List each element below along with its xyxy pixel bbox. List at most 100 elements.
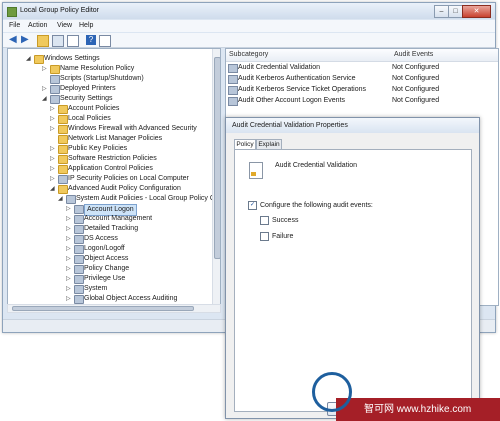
back-arrow-icon[interactable]: ◀ [9,35,19,45]
shield-icon [50,95,60,104]
expand-arrow-icon[interactable]: ▷ [50,156,56,162]
folder-icon [58,185,68,194]
watermark-logo: 智可网 www.hzhike.com [312,372,500,421]
expand-arrow-icon[interactable]: ▷ [50,166,56,172]
expand-arrow-icon[interactable]: ▷ [66,256,72,262]
title-bar: Local Group Policy Editor – □ ✕ [3,3,495,19]
expand-arrow-icon[interactable]: ▷ [50,116,56,122]
lock-icon [251,172,256,176]
audit-icon [74,225,84,234]
folder-icon [58,165,68,174]
table-row[interactable]: Audit Kerberos Service Ticket Operations… [226,85,498,95]
table-row[interactable]: Audit Kerberos Authentication Service No… [226,74,498,84]
up-folder-icon[interactable] [37,35,49,47]
expand-arrow-icon[interactable]: ▷ [50,146,56,152]
expand-arrow-icon[interactable]: ▷ [66,296,72,302]
folder-icon [58,135,68,144]
tree-item-label: Deployed Printers [60,85,116,92]
audit-policy-icon [228,64,238,73]
row-subcategory: Audit Kerberos Authentication Service [238,75,356,82]
tree-item-label: Object Access [84,255,129,262]
dialog-title: Audit Credential Validation Properties [226,118,479,133]
row-subcategory: Audit Credential Validation [238,64,320,71]
tree-hscroll-thumb[interactable] [12,306,194,311]
expand-arrow-icon[interactable]: ◢ [50,186,56,192]
row-subcategory: Audit Other Account Logon Events [238,97,346,104]
maximize-button[interactable]: □ [448,5,463,18]
failure-label: Failure [272,233,294,240]
tree-item-label: Advanced Audit Policy Configuration [68,185,181,192]
expand-arrow-icon[interactable]: ▷ [66,246,72,252]
expand-arrow-icon[interactable]: ▷ [66,216,72,222]
folder-icon [58,115,68,124]
expand-arrow-icon[interactable]: ▷ [66,226,72,232]
expand-arrow-icon[interactable]: ▷ [66,276,72,282]
folder-icon [34,55,44,64]
menu-help[interactable]: Help [79,22,93,29]
audit-icon [74,235,84,244]
tree-scroll-thumb[interactable] [214,57,220,259]
row-audit-events: Not Configured [392,64,440,71]
folder-icon [58,155,68,164]
tree-item-label: System Audit Policies - Local Group Poli… [76,195,221,202]
table-row[interactable]: Audit Credential Validation Not Configur… [226,63,498,73]
tree-item-label: System [84,285,108,292]
failure-checkbox[interactable] [260,232,269,241]
tree-item-label: Windows Firewall with Advanced Security [68,125,197,132]
tree-horizontal-scrollbar[interactable] [7,304,221,313]
tree-item-label: Policy Change [84,265,130,272]
audit-policy-icon [228,97,238,106]
no-expand [50,136,56,142]
ipsec-icon [58,175,68,184]
expand-arrow-icon[interactable]: ◢ [58,196,64,202]
expand-arrow-icon[interactable]: ▷ [66,266,72,272]
tree-item-label: Global Object Access Auditing [84,295,178,302]
audit-policy-icon [228,75,238,84]
row-audit-events: Not Configured [392,97,440,104]
close-button[interactable]: ✕ [462,5,491,18]
expand-arrow-icon[interactable]: ▷ [50,106,56,112]
expand-arrow-icon[interactable]: ▷ [42,86,48,92]
expand-arrow-icon[interactable]: ▷ [66,236,72,242]
tree-item-label: Logon/Logoff [84,245,125,252]
tree-item-label: Network List Manager Policies [68,135,163,142]
expand-arrow-icon[interactable]: ◢ [26,56,32,62]
column-header-audit-events[interactable]: Audit Events [392,49,498,62]
success-checkbox[interactable] [260,216,269,225]
show-hide-tree-icon[interactable] [52,35,64,47]
configure-checkbox[interactable]: ✓ [248,201,257,210]
tree-item-label: Public Key Policies [68,145,128,152]
toolbar: ◀ ▶ ? [3,33,495,48]
row-audit-events: Not Configured [392,75,440,82]
audit-icon [74,255,84,264]
menu-action[interactable]: Action [28,22,47,29]
tree-scrollbar[interactable] [212,49,220,305]
forward-arrow-icon[interactable]: ▶ [21,35,31,45]
help-icon[interactable]: ? [86,35,96,45]
tree-item-label: Security Settings [60,95,113,102]
menu-view[interactable]: View [57,22,72,29]
expand-arrow-icon[interactable]: ▷ [50,126,56,132]
folder-icon [58,145,68,154]
expand-arrow-icon[interactable]: ▷ [50,176,56,182]
tree-item-label: DS Access [84,235,118,242]
row-subcategory: Audit Kerberos Service Ticket Operations [238,86,367,93]
audit-icon [74,245,84,254]
minimize-button[interactable]: – [434,5,449,18]
tree-pane: ◢ Windows Settings ▷ Name Resolution Policy… [7,48,221,306]
export-list-icon[interactable] [67,35,79,47]
tree-item-label: Local Policies [68,115,111,122]
expand-arrow-icon[interactable]: ◢ [42,96,48,102]
tree-item-label: Privilege Use [84,275,126,282]
audit-icon [74,265,84,274]
folder-icon [58,125,68,134]
column-header-subcategory[interactable]: Subcategory [226,49,393,62]
expand-arrow-icon[interactable]: ▷ [66,286,72,292]
menu-file[interactable]: File [9,22,20,29]
success-label: Success [272,217,299,224]
expand-arrow-icon[interactable]: ▷ [66,206,72,212]
table-row[interactable]: Audit Other Account Logon Events Not Con… [226,96,498,106]
tree-item-label: Account Management [84,215,153,222]
properties-icon[interactable] [99,35,111,47]
expand-arrow-icon[interactable]: ▷ [42,66,48,72]
